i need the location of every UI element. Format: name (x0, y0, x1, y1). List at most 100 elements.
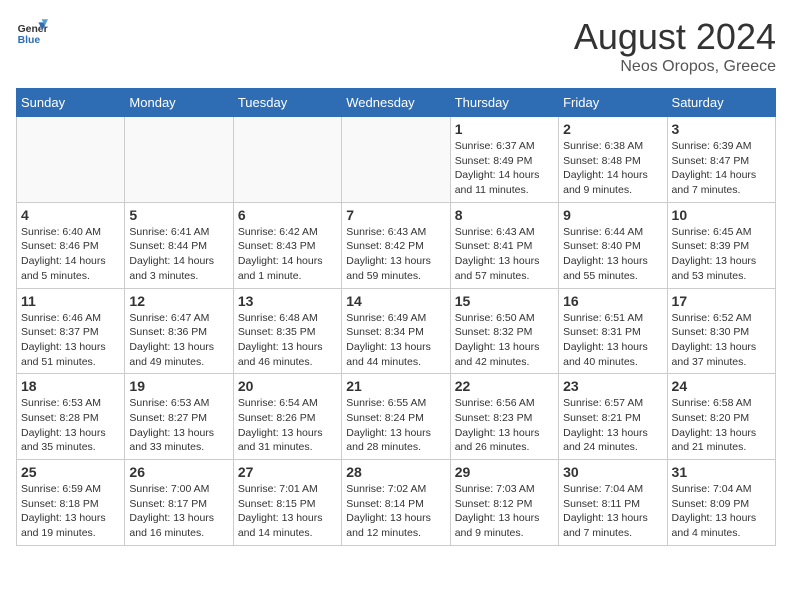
day-info: Sunrise: 6:59 AM Sunset: 8:18 PM Dayligh… (21, 482, 120, 541)
day-info: Sunrise: 6:43 AM Sunset: 8:42 PM Dayligh… (346, 225, 445, 284)
day-info: Sunrise: 6:40 AM Sunset: 8:46 PM Dayligh… (21, 225, 120, 284)
day-number: 6 (238, 207, 337, 223)
calendar-week-row: 11 Sunrise: 6:46 AM Sunset: 8:37 PM Dayli… (17, 288, 776, 374)
day-info: Sunrise: 6:44 AM Sunset: 8:40 PM Dayligh… (563, 225, 662, 284)
day-info: Sunrise: 6:43 AM Sunset: 8:41 PM Dayligh… (455, 225, 554, 284)
day-info: Sunrise: 6:53 AM Sunset: 8:27 PM Dayligh… (129, 396, 228, 455)
calendar-week-row: 18Sunrise: 6:53 AM Sunset: 8:28 PM Dayli… (17, 374, 776, 460)
weekday-header-thursday: Thursday (450, 89, 558, 117)
calendar-cell: 20 Sunrise: 6:54 AM Sunset: 8:26 PM Dayli… (233, 374, 341, 460)
day-info: Sunrise: 6:52 AM Sunset: 8:30 PM Dayligh… (672, 311, 771, 370)
location: Neos Oropos, Greece (574, 58, 776, 76)
calendar-cell: 2 Sunrise: 6:38 AM Sunset: 8:48 PM Daylig… (559, 117, 667, 203)
day-info: Sunrise: 6:49 AM Sunset: 8:34 PM Dayligh… (346, 311, 445, 370)
day-number: 17 (672, 293, 771, 309)
day-info: Sunrise: 6:50 AM Sunset: 8:32 PM Dayligh… (455, 311, 554, 370)
calendar-cell (233, 117, 341, 203)
svg-text:Blue: Blue (18, 35, 41, 46)
day-number: 13 (238, 293, 337, 309)
calendar-cell: 24 Sunrise: 6:58 AM Sunset: 8:20 PM Dayli… (667, 374, 775, 460)
day-info: Sunrise: 7:04 AM Sunset: 8:11 PM Dayligh… (563, 482, 662, 541)
day-info: Sunrise: 6:57 AM Sunset: 8:21 PM Dayligh… (563, 396, 662, 455)
day-number: 24 (672, 378, 771, 394)
day-number: 27 (238, 464, 337, 480)
page-header: General Blue August 2024 Neos Oropos, Gr… (16, 16, 776, 76)
day-number: 19 (129, 378, 228, 394)
weekday-header-sunday: Sunday (17, 89, 125, 117)
calendar-week-row: 25 Sunrise: 6:59 AM Sunset: 8:18 PM Dayli… (17, 460, 776, 546)
day-number: 2 (563, 121, 662, 137)
day-info: Sunrise: 6:38 AM Sunset: 8:48 PM Dayligh… (563, 139, 662, 198)
calendar-cell: 8 Sunrise: 6:43 AM Sunset: 8:41 PM Daylig… (450, 202, 558, 288)
calendar-cell: 27 Sunrise: 7:01 AM Sunset: 8:15 PM Dayli… (233, 460, 341, 546)
day-number: 8 (455, 207, 554, 223)
calendar-cell: 26Sunrise: 7:00 AM Sunset: 8:17 PM Dayli… (125, 460, 233, 546)
calendar-cell: 4 Sunrise: 6:40 AM Sunset: 8:46 PM Daylig… (17, 202, 125, 288)
calendar-cell: 14Sunrise: 6:49 AM Sunset: 8:34 PM Dayli… (342, 288, 450, 374)
title-block: August 2024 Neos Oropos, Greece (574, 16, 776, 76)
day-info: Sunrise: 7:04 AM Sunset: 8:09 PM Dayligh… (672, 482, 771, 541)
day-info: Sunrise: 6:42 AM Sunset: 8:43 PM Dayligh… (238, 225, 337, 284)
weekday-header-wednesday: Wednesday (342, 89, 450, 117)
calendar-cell: 28 Sunrise: 7:02 AM Sunset: 8:14 PM Dayli… (342, 460, 450, 546)
calendar-cell: 21 Sunrise: 6:55 AM Sunset: 8:24 PM Dayli… (342, 374, 450, 460)
calendar-cell: 31 Sunrise: 7:04 AM Sunset: 8:09 PM Dayli… (667, 460, 775, 546)
day-number: 5 (129, 207, 228, 223)
calendar-cell: 17 Sunrise: 6:52 AM Sunset: 8:30 PM Dayli… (667, 288, 775, 374)
calendar-cell (125, 117, 233, 203)
day-number: 31 (672, 464, 771, 480)
calendar-cell: 5 Sunrise: 6:41 AM Sunset: 8:44 PM Daylig… (125, 202, 233, 288)
weekday-header-row: SundayMondayTuesdayWednesdayThursdayFrid… (17, 89, 776, 117)
day-number: 7 (346, 207, 445, 223)
calendar-cell: 13 Sunrise: 6:48 AM Sunset: 8:35 PM Dayli… (233, 288, 341, 374)
calendar-cell: 1 Sunrise: 6:37 AM Sunset: 8:49 PM Daylig… (450, 117, 558, 203)
day-info: Sunrise: 6:54 AM Sunset: 8:26 PM Dayligh… (238, 396, 337, 455)
day-info: Sunrise: 7:02 AM Sunset: 8:14 PM Dayligh… (346, 482, 445, 541)
calendar-cell: 25 Sunrise: 6:59 AM Sunset: 8:18 PM Dayli… (17, 460, 125, 546)
day-number: 29 (455, 464, 554, 480)
day-number: 12 (129, 293, 228, 309)
day-info: Sunrise: 6:37 AM Sunset: 8:49 PM Dayligh… (455, 139, 554, 198)
calendar-cell: 29 Sunrise: 7:03 AM Sunset: 8:12 PM Dayli… (450, 460, 558, 546)
calendar-cell: 3Sunrise: 6:39 AM Sunset: 8:47 PM Daylig… (667, 117, 775, 203)
day-info: Sunrise: 6:46 AM Sunset: 8:37 PM Dayligh… (21, 311, 120, 370)
day-number: 21 (346, 378, 445, 394)
day-info: Sunrise: 6:48 AM Sunset: 8:35 PM Dayligh… (238, 311, 337, 370)
calendar-cell: 19 Sunrise: 6:53 AM Sunset: 8:27 PM Dayli… (125, 374, 233, 460)
day-number: 26 (129, 464, 228, 480)
calendar-cell: 15Sunrise: 6:50 AM Sunset: 8:32 PM Dayli… (450, 288, 558, 374)
day-number: 3 (672, 121, 771, 137)
calendar-cell (342, 117, 450, 203)
month-year: August 2024 (574, 16, 776, 58)
day-info: Sunrise: 6:55 AM Sunset: 8:24 PM Dayligh… (346, 396, 445, 455)
calendar-cell: 11 Sunrise: 6:46 AM Sunset: 8:37 PM Dayli… (17, 288, 125, 374)
calendar-cell: 16Sunrise: 6:51 AM Sunset: 8:31 PM Dayli… (559, 288, 667, 374)
day-number: 20 (238, 378, 337, 394)
calendar-cell: 22Sunrise: 6:56 AM Sunset: 8:23 PM Dayli… (450, 374, 558, 460)
calendar-cell: 6 Sunrise: 6:42 AM Sunset: 8:43 PM Daylig… (233, 202, 341, 288)
day-info: Sunrise: 6:53 AM Sunset: 8:28 PM Dayligh… (21, 396, 120, 455)
calendar-table: SundayMondayTuesdayWednesdayThursdayFrid… (16, 88, 776, 546)
day-number: 25 (21, 464, 120, 480)
calendar-week-row: 1 Sunrise: 6:37 AM Sunset: 8:49 PM Daylig… (17, 117, 776, 203)
day-info: Sunrise: 7:03 AM Sunset: 8:12 PM Dayligh… (455, 482, 554, 541)
day-info: Sunrise: 7:01 AM Sunset: 8:15 PM Dayligh… (238, 482, 337, 541)
day-number: 23 (563, 378, 662, 394)
day-number: 11 (21, 293, 120, 309)
calendar-cell: 30Sunrise: 7:04 AM Sunset: 8:11 PM Dayli… (559, 460, 667, 546)
day-number: 4 (21, 207, 120, 223)
weekday-header-tuesday: Tuesday (233, 89, 341, 117)
calendar-cell: 23 Sunrise: 6:57 AM Sunset: 8:21 PM Dayli… (559, 374, 667, 460)
day-number: 1 (455, 121, 554, 137)
day-number: 9 (563, 207, 662, 223)
day-info: Sunrise: 6:58 AM Sunset: 8:20 PM Dayligh… (672, 396, 771, 455)
weekday-header-saturday: Saturday (667, 89, 775, 117)
day-info: Sunrise: 6:41 AM Sunset: 8:44 PM Dayligh… (129, 225, 228, 284)
day-info: Sunrise: 6:47 AM Sunset: 8:36 PM Dayligh… (129, 311, 228, 370)
day-number: 28 (346, 464, 445, 480)
calendar-cell (17, 117, 125, 203)
calendar-cell: 7 Sunrise: 6:43 AM Sunset: 8:42 PM Daylig… (342, 202, 450, 288)
day-number: 16 (563, 293, 662, 309)
day-info: Sunrise: 6:56 AM Sunset: 8:23 PM Dayligh… (455, 396, 554, 455)
logo-icon: General Blue (16, 16, 48, 48)
